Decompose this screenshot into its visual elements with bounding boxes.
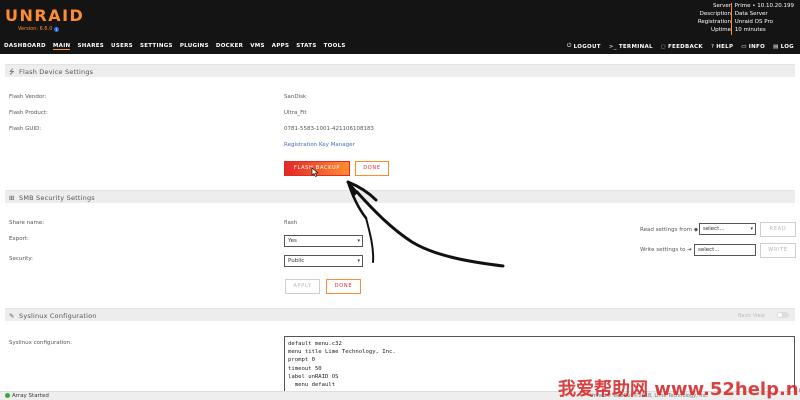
read-button[interactable]: READ [760, 222, 796, 237]
read-settings-text: Read settings from [640, 227, 693, 233]
status-dot-icon [5, 393, 10, 398]
nav-settings[interactable]: SETTINGS [140, 43, 173, 50]
arrow-right-icon: ➔ [687, 247, 692, 253]
flash-section-title: Flash Device Settings [19, 68, 94, 76]
nav-vms[interactable]: VMS [250, 43, 265, 50]
flash-vendor-label: Flash Vendor: [9, 94, 47, 100]
help-label: HELP [716, 43, 734, 50]
nav-stats[interactable]: STATS [296, 43, 316, 50]
usb-icon: ⭍ [9, 68, 15, 76]
export-label: Export: [9, 236, 29, 242]
registration-value[interactable]: Unraid OS Pro [735, 19, 794, 27]
flash-product-label: Flash Product: [9, 110, 48, 116]
logout-link[interactable]: ⏻ LOGOUT [567, 43, 601, 50]
uptime-value: 10 minutes [734, 27, 766, 33]
read-settings-label: Read settings from ◆ [640, 227, 698, 233]
flash-vendor-value: SanDisk [284, 94, 307, 100]
uptime-label: Uptime [711, 27, 731, 33]
apply-button[interactable]: APPLY [285, 279, 320, 294]
nav-apps[interactable]: APPS [272, 43, 289, 50]
log-icon: ▤ [773, 43, 779, 50]
server-info-values: Prime • 10.10.20.199 Data Server Unraid … [730, 3, 794, 35]
description-label: Description [699, 11, 731, 17]
feedback-icon: ◌ [660, 43, 666, 50]
nav-users[interactable]: USERS [111, 43, 133, 50]
flash-product-value: Ultra_Fit [284, 110, 307, 116]
terminal-link[interactable]: >_ TERMINAL [609, 43, 653, 50]
smb-done-button[interactable]: DONE [326, 279, 361, 294]
write-settings-text: Write settings to [640, 247, 686, 253]
top-header: UNRAID Version: 6.6.0 i Server Descripti… [0, 0, 800, 40]
terminal-icon: >_ [608, 43, 617, 50]
array-status: Array Started [5, 393, 49, 399]
description-value: Data Server [734, 11, 768, 17]
smb-section-title: SMB Security Settings [19, 194, 95, 202]
flash-section-header: ⭍ Flash Device Settings [5, 64, 795, 77]
logout-label: LOGOUT [573, 43, 601, 50]
security-select-value: Public [288, 258, 305, 264]
flash-done-button[interactable]: DONE [355, 161, 389, 176]
feedback-link[interactable]: ◌ FEEDBACK [661, 43, 703, 50]
version-label: Version: 6.6.0 i [18, 26, 59, 32]
chevron-down-icon: ▾ [750, 226, 753, 232]
power-icon: ⏻ [567, 43, 572, 49]
log-label: LOG [780, 43, 794, 50]
export-select-value: Yes [288, 238, 297, 244]
read-select-value: select... [703, 226, 725, 232]
flash-guid-label: Flash GUID: [9, 126, 42, 132]
edit-icon: ✎ [9, 312, 15, 320]
nav-actions: ⏻ LOGOUT >_ TERMINAL ◌ FEEDBACK ? HELP ▭ INFO… [567, 43, 794, 50]
server-value: Prime • 10.10.20.199 [734, 3, 794, 9]
share-name-label: Share name: [9, 220, 45, 226]
read-settings-select[interactable]: select... ▾ [699, 223, 756, 235]
version-info-icon[interactable]: i [53, 27, 59, 32]
basic-view-label: Basic View [738, 313, 765, 319]
watermark: 我爱帮助网 www.52help.net [558, 379, 800, 400]
write-select-value: select... [698, 247, 720, 253]
basic-view-toggle[interactable] [777, 312, 789, 318]
share-name-value: flash [284, 220, 298, 226]
nav-plugins[interactable]: PLUGINS [180, 43, 209, 50]
info-link[interactable]: ▭ INFO [741, 43, 765, 50]
server-label: Server [712, 3, 731, 9]
info-label: INFO [748, 43, 766, 50]
nav-tabs: DASHBOARD MAIN SHARES USERS SETTINGS PLU… [4, 43, 346, 50]
unraid-logo[interactable]: UNRAID [5, 6, 84, 25]
annotation-arrow [346, 180, 505, 268]
syslinux-config-label: Syslinux configuration: [9, 340, 72, 346]
nav-shares[interactable]: SHARES [77, 43, 104, 50]
nav-docker[interactable]: DOCKER [216, 43, 243, 50]
main-nav: DASHBOARD MAIN SHARES USERS SETTINGS PLU… [0, 40, 800, 54]
info-icon: ▭ [741, 43, 747, 50]
help-icon: ? [710, 43, 715, 50]
log-link[interactable]: ▤ LOG [773, 43, 794, 50]
registration-label: Registration [697, 19, 731, 25]
nav-tools[interactable]: TOOLS [324, 43, 346, 50]
server-info-labels: Server Description Registration Uptime [698, 3, 731, 35]
nav-dashboard[interactable]: DASHBOARD [4, 43, 46, 50]
security-label: Security: [9, 256, 34, 262]
write-settings-select[interactable]: select... [694, 244, 756, 256]
windows-icon: ⊞ [9, 194, 15, 202]
write-button[interactable]: WRITE [760, 243, 796, 258]
syslinux-section-header: ✎ Syslinux Configuration Basic View [5, 308, 795, 321]
terminal-label: TERMINAL [618, 43, 653, 50]
flash-guid-value: 0781-5583-1001-421106108183 [284, 126, 374, 132]
help-link[interactable]: ? HELP [711, 43, 733, 50]
registration-key-link[interactable]: Registration Key Manager [284, 142, 355, 148]
version-text: Version: 6.6.0 [18, 26, 53, 32]
syslinux-section-title: Syslinux Configuration [19, 312, 97, 320]
mouse-cursor-icon [311, 167, 319, 177]
feedback-label: FEEDBACK [667, 43, 703, 50]
array-status-text: Array Started [12, 393, 49, 399]
nav-main[interactable]: MAIN [52, 43, 71, 50]
arrow-left-icon: ◆ [693, 227, 699, 233]
write-settings-label: Write settings to ➔ [640, 247, 692, 253]
